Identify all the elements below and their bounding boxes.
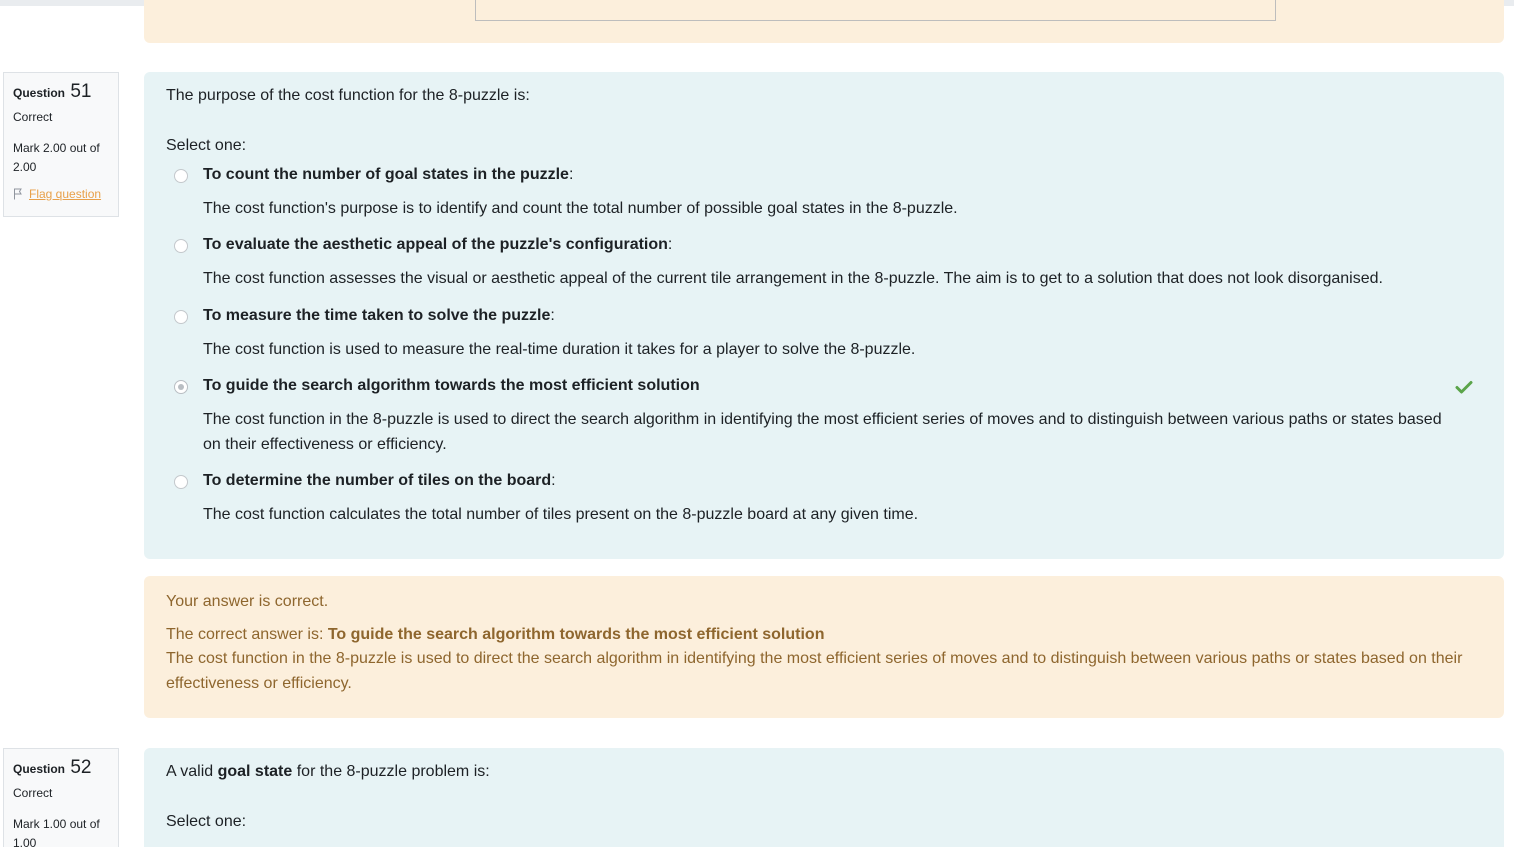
flag-question-link[interactable]: Flag question — [29, 187, 101, 201]
answer-option-5-description: The cost function calculates the total n… — [203, 506, 919, 523]
answer-option-1-description: The cost function's purpose is to identi… — [203, 200, 958, 217]
answer-option-1[interactable]: To count the number of goal states in th… — [203, 165, 573, 185]
question-number-value: 51 — [70, 81, 92, 102]
select-one-prompt: Select one: — [166, 137, 247, 154]
answer-radio-2[interactable] — [174, 239, 188, 253]
previous-question-feedback — [144, 0, 1504, 43]
answer-radio-3[interactable] — [174, 310, 188, 324]
correct-answer-explanation: The cost function in the 8-puzzle is use… — [166, 650, 1463, 692]
question-text-prefix: A valid — [166, 763, 218, 780]
question-label: Question — [13, 762, 66, 776]
answer-option-1-suffix: : — [568, 166, 574, 183]
answer-option-4-description: The cost function in the 8-puzzle is use… — [203, 411, 1442, 453]
general-feedback: Your answer is correct. — [166, 593, 329, 610]
select-one-prompt: Select one: — [166, 813, 247, 830]
answer-option-3-title: To measure the time taken to solve the p… — [203, 307, 551, 324]
answer-option-2-description: The cost function assesses the visual or… — [203, 270, 1383, 287]
answer-option-3[interactable]: To measure the time taken to solve the p… — [203, 306, 555, 326]
answer-option-5-title: To determine the number of tiles on the … — [203, 472, 552, 489]
answer-option-4-title: To guide the search algorithm towards th… — [203, 377, 700, 394]
flag-icon — [14, 188, 22, 200]
question-text-suffix: for the 8-puzzle problem is: — [292, 763, 490, 780]
question-label: Question — [13, 86, 66, 100]
question-formulation-51: The purpose of the cost function for the… — [144, 72, 1504, 559]
correct-answer-value: To guide the search algorithm towards th… — [327, 626, 825, 643]
question-state: Correct — [13, 786, 53, 800]
answer-option-2[interactable]: To evaluate the aesthetic appeal of the … — [203, 235, 672, 255]
correct-answer-prefix: The correct answer is: — [166, 626, 328, 643]
answer-option-4[interactable]: To guide the search algorithm towards th… — [203, 376, 700, 396]
answer-radio-5[interactable] — [174, 475, 188, 489]
answer-option-5[interactable]: To determine the number of tiles on the … — [203, 471, 556, 491]
question-text: The purpose of the cost function for the… — [166, 87, 530, 104]
answer-option-2-title: To evaluate the aesthetic appeal of the … — [203, 236, 668, 253]
question-number: Question 52 — [13, 757, 118, 780]
question-grade: Mark 2.00 out of 2.00 — [13, 141, 100, 174]
answer-option-1-title: To count the number of goal states in th… — [203, 166, 569, 183]
question-grade: Mark 1.00 out of 1.00 — [13, 817, 100, 847]
question-formulation-52: A valid goal state for the 8-puzzle prob… — [144, 748, 1504, 847]
question-feedback-51: Your answer is correct. The correct answ… — [144, 576, 1504, 718]
question-number-value: 52 — [70, 757, 92, 778]
answer-option-3-suffix: : — [550, 307, 555, 324]
correct-answer: The correct answer is: To guide the sear… — [166, 625, 824, 645]
answer-radio-1[interactable] — [174, 169, 188, 183]
question-number: Question 51 — [13, 81, 118, 104]
question-text-bold: goal state — [217, 763, 293, 780]
answer-radio-4-selected[interactable] — [174, 380, 188, 394]
answer-option-2-suffix: : — [667, 236, 673, 253]
flag-question[interactable]: Flag question — [13, 187, 118, 201]
question-text: A valid goal state for the 8-puzzle prob… — [166, 762, 490, 782]
question-state: Correct — [13, 110, 53, 124]
previous-answer-box — [475, 0, 1276, 21]
question-info-52: Question 52 Correct Mark 1.00 out of 1.0… — [3, 748, 119, 847]
check-icon — [1455, 381, 1473, 394]
question-info-51: Question 51 Correct Mark 2.00 out of 2.0… — [3, 72, 119, 217]
answer-option-5-suffix: : — [551, 472, 556, 489]
answer-option-3-description: The cost function is used to measure the… — [203, 341, 916, 358]
